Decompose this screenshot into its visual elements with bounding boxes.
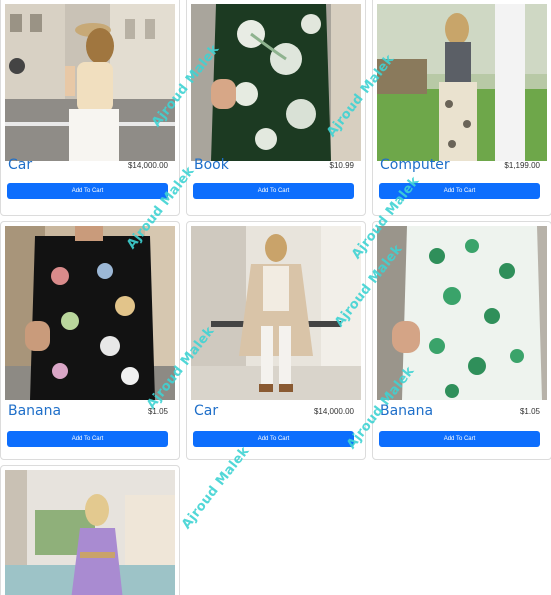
- product-card[interactable]: Computer $1,199.00 Add To Cart: [372, 0, 551, 216]
- product-card[interactable]: Banana $1.05 Add To Cart: [0, 221, 180, 460]
- product-image[interactable]: [377, 226, 547, 400]
- woman-garden-photo: [377, 4, 547, 161]
- add-to-cart-button[interactable]: Add To Cart: [379, 183, 540, 199]
- product-card[interactable]: Book $10.99 Add To Cart: [186, 0, 366, 216]
- product-title: Car: [194, 403, 219, 419]
- add-to-cart-button[interactable]: Add To Cart: [7, 431, 168, 447]
- product-image[interactable]: [191, 226, 361, 400]
- product-title: Banana: [8, 403, 62, 419]
- product-image[interactable]: [191, 4, 361, 161]
- floral-shirt-photo: [191, 4, 361, 161]
- product-title: Banana: [380, 403, 434, 419]
- woman-lavender-dress-photo: [5, 470, 175, 595]
- product-card[interactable]: Car $14,000.00 Add To Cart: [0, 0, 180, 216]
- black-floral-shirt-photo: [5, 226, 175, 400]
- product-image[interactable]: [5, 226, 175, 400]
- product-image[interactable]: [377, 4, 547, 161]
- product-title: Computer: [380, 157, 450, 173]
- product-price: $10.99: [329, 161, 354, 170]
- product-card[interactable]: [0, 465, 180, 595]
- add-to-cart-button[interactable]: Add To Cart: [193, 431, 354, 447]
- product-price: $14,000.00: [313, 407, 354, 416]
- add-to-cart-button[interactable]: Add To Cart: [193, 183, 354, 199]
- product-price: $1.05: [519, 407, 540, 416]
- add-to-cart-button[interactable]: Add To Cart: [7, 183, 168, 199]
- product-price: $1.05: [147, 407, 168, 416]
- product-card[interactable]: Car $14,000.00 Add To Cart: [186, 221, 366, 460]
- product-image[interactable]: [5, 4, 175, 161]
- woman-street-photo: [5, 4, 175, 161]
- product-title: Car: [8, 157, 33, 173]
- white-green-floral-shirt-photo: [377, 226, 547, 400]
- add-to-cart-button[interactable]: Add To Cart: [379, 431, 540, 447]
- product-card[interactable]: Banana $1.05 Add To Cart: [372, 221, 551, 460]
- woman-beige-coat-photo: [191, 226, 361, 400]
- product-image[interactable]: [5, 470, 175, 595]
- product-price: $14,000.00: [127, 161, 168, 170]
- product-title: Book: [194, 157, 229, 173]
- product-price: $1,199.00: [504, 161, 540, 170]
